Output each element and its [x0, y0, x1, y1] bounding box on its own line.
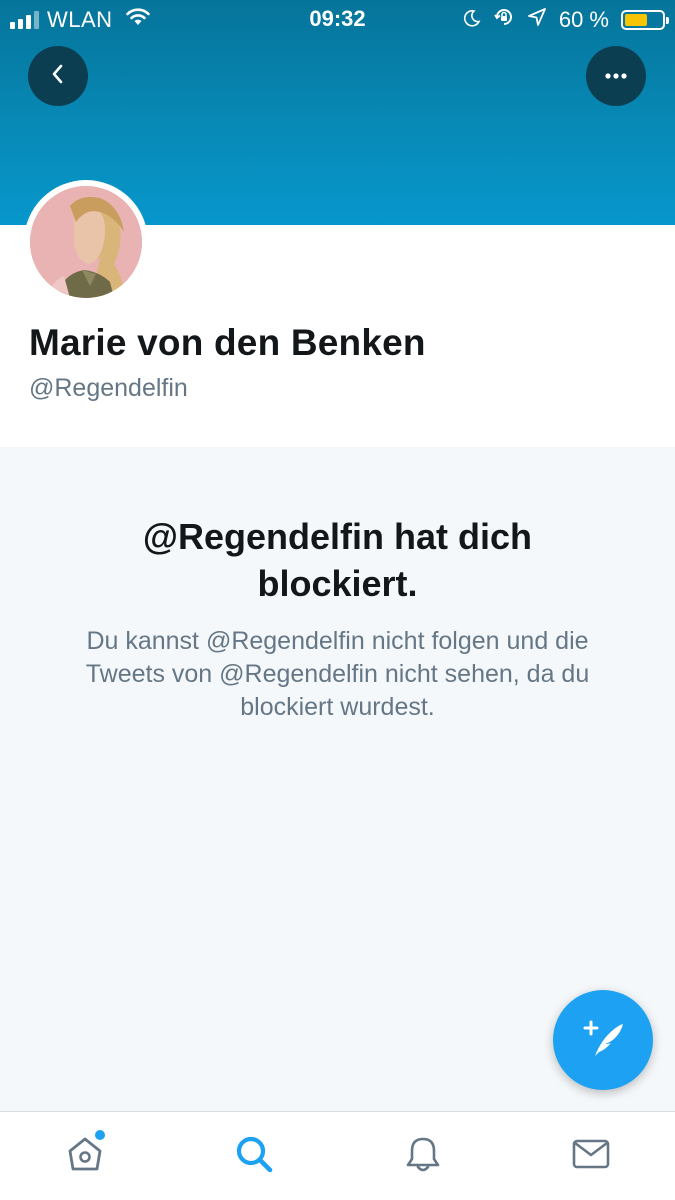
- compose-tweet-icon: [579, 1014, 627, 1067]
- battery-icon: [621, 10, 669, 30]
- location-icon: [527, 7, 547, 33]
- home-badge: [95, 1130, 105, 1140]
- tab-notifications[interactable]: [373, 1112, 473, 1200]
- tab-home[interactable]: [35, 1112, 135, 1200]
- tab-search[interactable]: [204, 1112, 304, 1200]
- home-icon: [64, 1133, 106, 1180]
- status-right: 60 %: [463, 6, 669, 34]
- mail-icon: [570, 1133, 612, 1180]
- blocked-title: @Regendelfin hat dich blockiert.: [142, 516, 533, 604]
- battery-percent: 60 %: [558, 7, 609, 32]
- rotation-lock-icon: [493, 6, 515, 34]
- blocked-message: Du kannst @Regendelfin nicht folgen und …: [85, 627, 590, 721]
- bottom-tab-bar: [0, 1111, 675, 1200]
- tab-messages[interactable]: [541, 1112, 641, 1200]
- avatar-photo: [30, 186, 142, 298]
- back-button[interactable]: [28, 46, 88, 106]
- profile-handle: @Regendelfin: [29, 374, 188, 402]
- status-bar: WLAN 09:32 60 %: [0, 0, 675, 38]
- compose-tweet-button[interactable]: [553, 990, 653, 1090]
- bell-icon: [402, 1133, 444, 1180]
- battery-level: [625, 14, 647, 26]
- chevron-left-icon: [48, 62, 68, 91]
- do-not-disturb-icon: [463, 7, 481, 33]
- profile-name: Marie von den Benken: [29, 322, 426, 363]
- avatar[interactable]: [24, 180, 148, 304]
- more-options-button[interactable]: [586, 46, 646, 106]
- search-icon: [233, 1133, 275, 1180]
- more-horizontal-icon: [604, 67, 628, 85]
- profile-screen: WLAN 09:32 60 % Marie von den Benken @Re…: [0, 0, 675, 1200]
